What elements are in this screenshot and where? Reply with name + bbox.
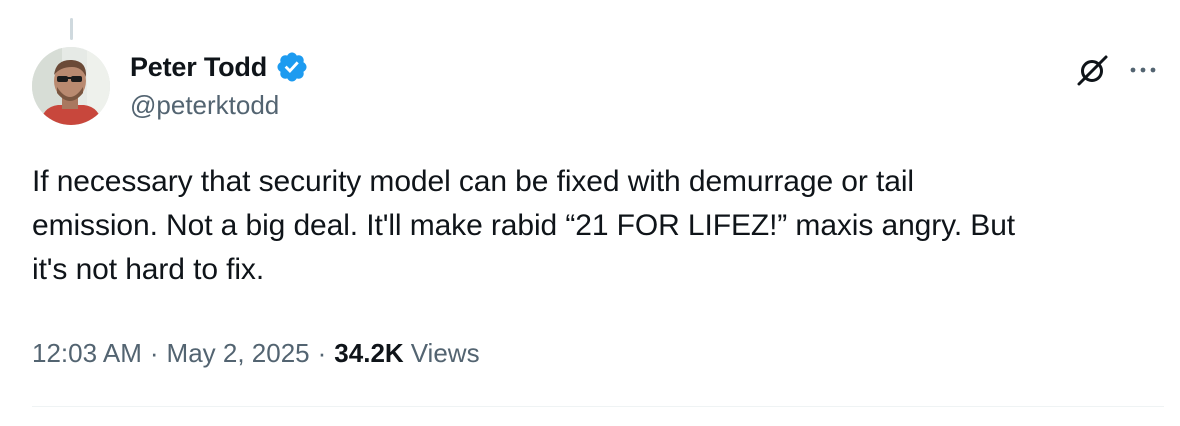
views-label: Views <box>410 338 480 368</box>
meta-separator: · <box>149 338 159 368</box>
avatar-photo <box>32 47 110 125</box>
tweet-text: If necessary that security model can be … <box>32 160 1167 292</box>
divider <box>32 406 1164 407</box>
thread-connector-line <box>70 18 73 40</box>
tweet-time[interactable]: 12:03 AM <box>32 338 142 369</box>
author-display-name[interactable]: Peter Todd <box>130 52 267 83</box>
tweet-date[interactable]: May 2, 2025 <box>167 338 310 369</box>
views-count: 34.2K <box>334 338 404 368</box>
tweet-text-line: it's not hard to fix. <box>32 253 265 286</box>
tweet-text-line: emission. Not a big deal. It'll make rab… <box>32 209 1016 242</box>
grok-icon[interactable] <box>1075 52 1111 88</box>
avatar[interactable] <box>32 47 110 125</box>
verified-badge-icon[interactable] <box>275 50 309 84</box>
author-handle[interactable]: @peterktodd <box>130 90 279 121</box>
author-name-row: Peter Todd <box>130 50 309 84</box>
tweet-meta: 12:03 AM · May 2, 2025 · 34.2K Views <box>32 338 480 369</box>
tweet-text-line: If necessary that security model can be … <box>32 165 914 198</box>
meta-separator: · <box>317 338 327 368</box>
more-options-icon[interactable] <box>1126 58 1162 82</box>
